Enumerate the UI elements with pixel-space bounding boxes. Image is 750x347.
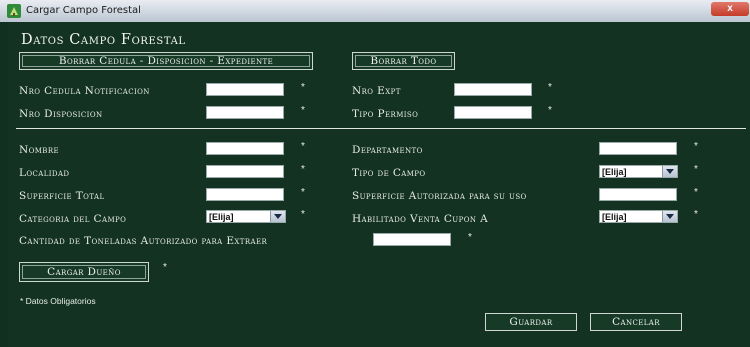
cantidad-toneladas-label: Cantidad de Toneladas Autorizado para Ex…: [19, 235, 268, 247]
borrar-todo-button[interactable]: Borrar Todo: [352, 52, 455, 70]
required-mark: *: [548, 82, 552, 93]
window-title: Cargar Campo Forestal: [26, 5, 141, 16]
departamento-input[interactable]: [599, 142, 677, 155]
guardar-button[interactable]: Guardar: [485, 313, 577, 331]
select-value: [Elija]: [602, 167, 627, 177]
required-mark: *: [301, 105, 305, 116]
select-value: [Elija]: [602, 212, 627, 222]
required-mark: *: [163, 262, 167, 273]
superficie-autorizada-label: Superficie Autorizada para su uso: [352, 190, 527, 202]
required-mark: *: [301, 164, 305, 175]
tipo-campo-select[interactable]: [Elija]: [599, 165, 678, 178]
app-icon: [7, 4, 21, 18]
required-mark: *: [301, 209, 305, 220]
required-mark: *: [694, 209, 698, 220]
nro-disposicion-input[interactable]: [206, 106, 284, 119]
borrar-cedula-button[interactable]: Borrar Cedula - Disposicion - Expediente: [19, 52, 313, 70]
required-mark: *: [301, 187, 305, 198]
chevron-down-icon[interactable]: [662, 166, 677, 177]
habilitado-venta-label: Habilitado Venta Cupon A: [352, 213, 489, 225]
chevron-down-icon[interactable]: [270, 211, 285, 222]
superficie-total-label: Superficie Total: [19, 190, 105, 202]
superficie-autorizada-input[interactable]: [599, 188, 677, 201]
departamento-label: Departamento: [352, 144, 423, 156]
section-divider: [16, 128, 746, 129]
tipo-campo-label: Tipo de Campo: [352, 167, 426, 179]
page-title: Datos Campo Forestal: [21, 32, 186, 48]
tipo-permiso-label: Tipo Permiso: [352, 108, 419, 120]
required-mark: *: [468, 232, 472, 243]
nro-disposicion-label: Nro Disposicion: [19, 108, 103, 120]
close-button[interactable]: x: [711, 2, 749, 16]
required-mark: *: [694, 187, 698, 198]
tipo-permiso-input[interactable]: [454, 106, 532, 119]
nombre-input[interactable]: [206, 142, 284, 155]
required-note: * Datos Obligatorios: [20, 296, 96, 306]
required-mark: *: [301, 82, 305, 93]
nro-expt-input[interactable]: [454, 83, 532, 96]
superficie-total-input[interactable]: [206, 188, 284, 201]
required-mark: *: [694, 164, 698, 175]
nro-expt-label: Nro Expt: [352, 85, 401, 97]
localidad-label: Localidad: [19, 167, 70, 179]
localidad-input[interactable]: [206, 165, 284, 178]
title-bar: Cargar Campo Forestal x: [0, 0, 750, 22]
cantidad-toneladas-input[interactable]: [373, 233, 451, 246]
required-mark: *: [301, 141, 305, 152]
habilitado-venta-select[interactable]: [Elija]: [599, 210, 678, 223]
select-value: [Elija]: [209, 212, 234, 222]
nombre-label: Nombre: [19, 144, 60, 156]
required-mark: *: [548, 105, 552, 116]
app-window: Cargar Campo Forestal x Datos Campo Fore…: [0, 0, 750, 347]
cancelar-button[interactable]: Cancelar: [590, 313, 682, 331]
required-mark: *: [694, 141, 698, 152]
nro-cedula-input[interactable]: [206, 83, 284, 96]
form-body: Datos Campo Forestal Borrar Cedula - Dis…: [8, 22, 750, 347]
cargar-dueno-button[interactable]: Cargar Dueño: [19, 262, 149, 282]
categoria-label: Categoria del Campo: [19, 213, 127, 225]
chevron-down-icon[interactable]: [662, 211, 677, 222]
nro-cedula-label: Nro Cedula Notificacion: [19, 85, 150, 97]
categoria-select[interactable]: [Elija]: [206, 210, 286, 223]
